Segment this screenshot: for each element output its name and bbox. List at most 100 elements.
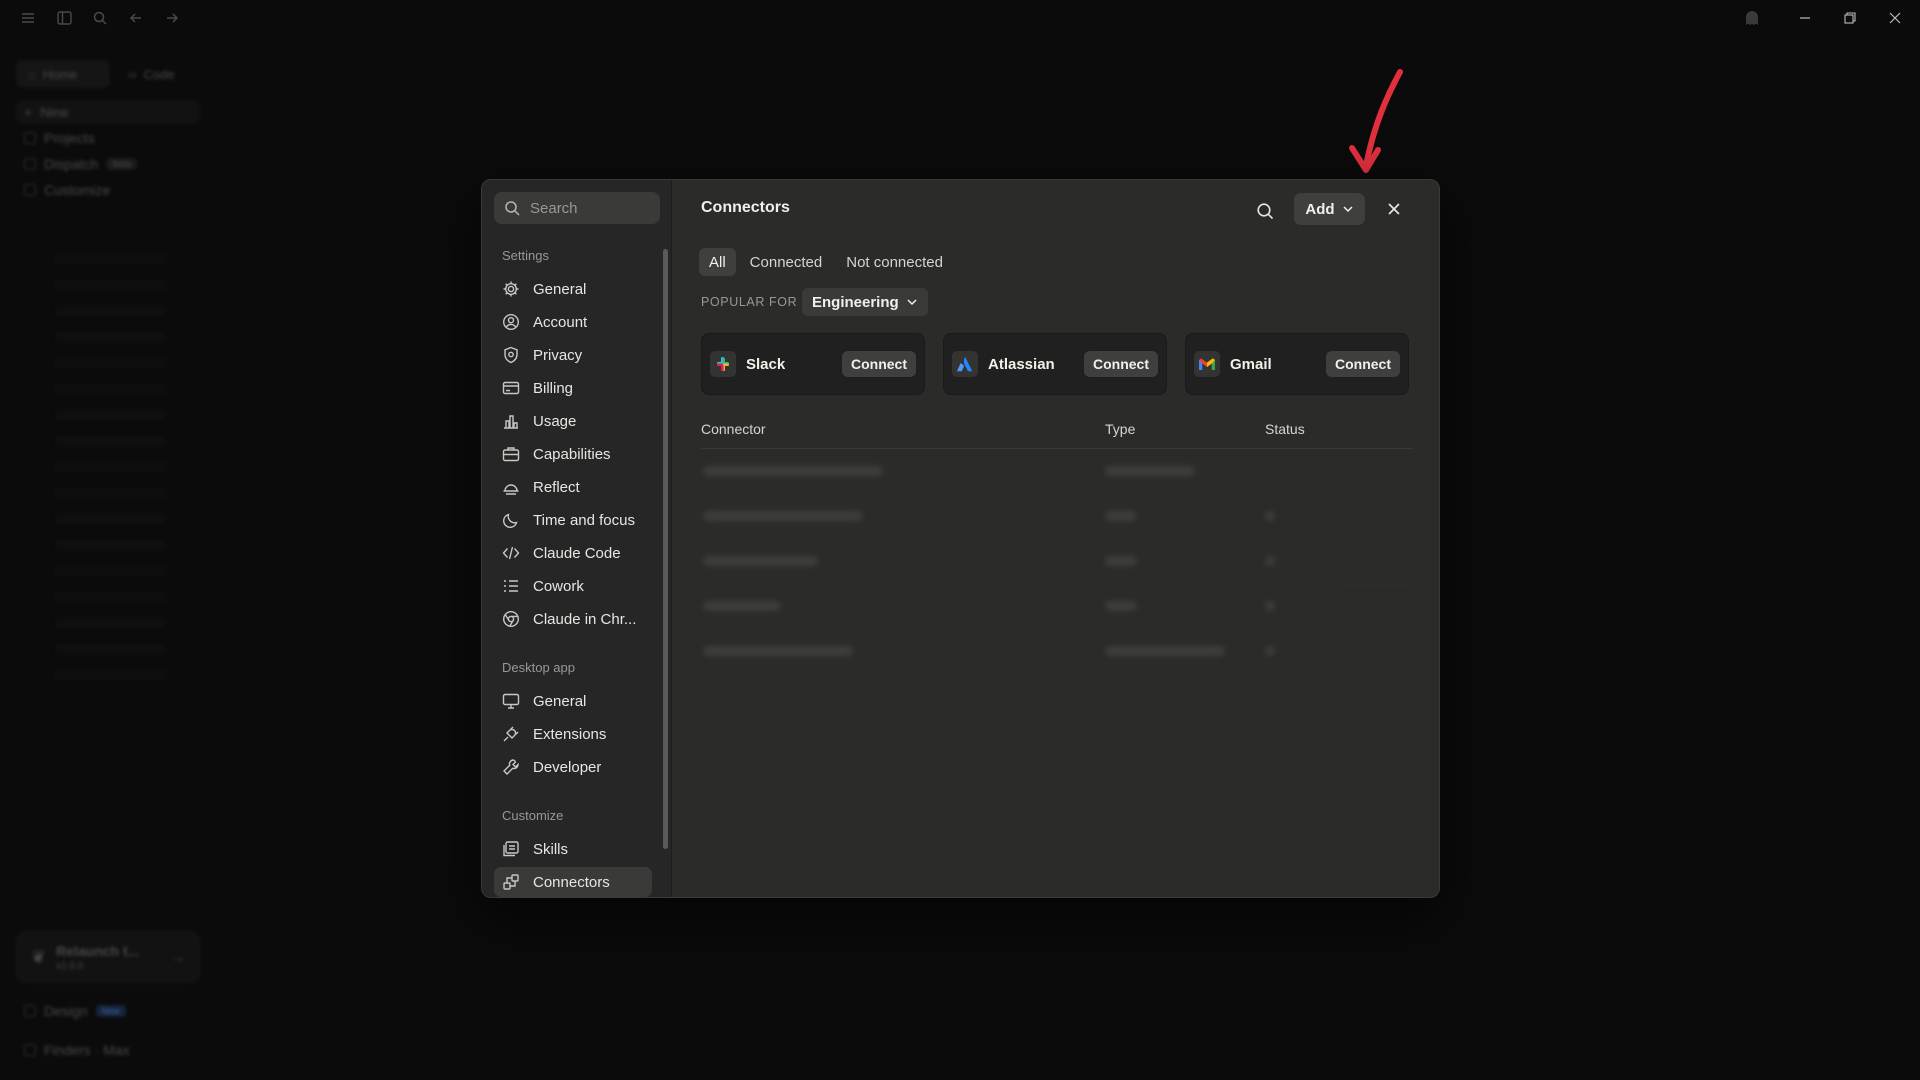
bg-item-new[interactable]: + New — [16, 100, 200, 124]
sidebar-item-label: General — [533, 280, 587, 298]
sidebar-item-label: Capabilities — [533, 445, 611, 463]
window-close-icon[interactable] — [1877, 6, 1913, 30]
sidebar-item-claude-in-chrome[interactable]: Claude in Chr... — [494, 604, 652, 634]
sidebar-scrollbar[interactable] — [663, 249, 668, 849]
connect-atlassian-button[interactable]: Connect — [1084, 351, 1158, 377]
dispatch-icon — [24, 158, 36, 170]
sidebar-item-developer[interactable]: Developer — [494, 752, 652, 782]
connector-name: Slack — [746, 355, 786, 373]
popular-for-value: Engineering — [812, 293, 899, 311]
sidebar-item-claude-code[interactable]: Claude Code — [494, 538, 652, 568]
user-circle-icon — [502, 313, 520, 331]
chevron-down-icon — [1343, 206, 1353, 213]
bg-item-label: New — [40, 104, 69, 120]
bg-item-user[interactable]: Finders · Max — [24, 1038, 130, 1062]
menu-icon[interactable] — [18, 8, 38, 28]
section-desktop-app: Desktop app — [502, 660, 575, 675]
table-row[interactable] — [701, 630, 1413, 675]
settings-modal: Search Settings General Account Privacy … — [481, 179, 1440, 898]
tab-not-connected[interactable]: Not connected — [836, 248, 953, 276]
sidebar-item-cowork[interactable]: Cowork — [494, 571, 652, 601]
code-brackets-icon — [502, 544, 520, 562]
restore-icon[interactable] — [1832, 6, 1868, 30]
bg-update-card[interactable]: ❦ Relaunch t... v1.0.0 → — [16, 931, 200, 983]
tab-connected[interactable]: Connected — [740, 248, 833, 276]
checklist-icon — [502, 577, 520, 595]
sidebar-item-skills[interactable]: Skills — [494, 834, 652, 864]
connector-card-slack: Slack Connect — [701, 333, 925, 395]
connectors-panel: Connectors Add All Connected Not connect… — [672, 180, 1439, 897]
add-button[interactable]: Add — [1294, 193, 1365, 225]
search-icon[interactable] — [90, 8, 110, 28]
bg-code-tab[interactable]: ‹› Code — [116, 60, 202, 88]
popular-for-dropdown[interactable]: Engineering — [802, 288, 928, 316]
projects-icon — [24, 132, 36, 144]
close-modal-button[interactable] — [1382, 197, 1406, 221]
forward-icon[interactable] — [162, 8, 182, 28]
filter-tabs: All Connected Not connected — [699, 248, 953, 276]
red-arrow-annotation — [1349, 69, 1403, 173]
bg-item-design[interactable]: Design New — [24, 999, 126, 1023]
sidebar-item-extensions[interactable]: Extensions — [494, 719, 652, 749]
settings-search-input[interactable]: Search — [494, 192, 660, 224]
table-row[interactable] — [701, 540, 1413, 585]
plus-icon: + — [24, 104, 33, 120]
close-icon — [1388, 203, 1400, 215]
sidebar-item-account[interactable]: Account — [494, 307, 652, 337]
bg-item-projects[interactable]: Projects — [24, 126, 95, 150]
sidebar-item-connectors[interactable]: Connectors — [494, 867, 652, 897]
section-customize: Customize — [502, 808, 564, 823]
title-bar — [0, 0, 1920, 36]
minimize-icon[interactable] — [1787, 6, 1823, 30]
tab-all[interactable]: All — [699, 248, 736, 276]
bg-item-label: Customize — [44, 182, 111, 198]
bg-home-tab[interactable]: ⌂ Home — [16, 60, 110, 88]
sidebar-item-time-and-focus[interactable]: Time and focus — [494, 505, 652, 535]
bg-item-customize[interactable]: Customize — [24, 178, 110, 202]
sidebar-item-general[interactable]: General — [494, 274, 652, 304]
table-row[interactable] — [701, 585, 1413, 630]
sidebar-item-privacy[interactable]: Privacy — [494, 340, 652, 370]
sidebar-item-capabilities[interactable]: Capabilities — [494, 439, 652, 469]
sidebar-item-billing[interactable]: Billing — [494, 373, 652, 403]
atlassian-icon — [952, 351, 978, 377]
bg-item-dispatch[interactable]: Dispatch Beta — [24, 152, 137, 176]
page-title: Connectors — [701, 199, 790, 216]
sidebar-item-desktop-general[interactable]: General — [494, 686, 652, 716]
sidebar-item-label: Skills — [533, 840, 569, 858]
sidebar-item-usage[interactable]: Usage — [494, 406, 652, 436]
connectors-search-button[interactable] — [1252, 198, 1278, 224]
sidebar-item-label: Privacy — [533, 346, 583, 364]
table-row[interactable] — [701, 450, 1413, 495]
popular-for-label: POPULAR FOR — [701, 295, 798, 309]
new-badge: New — [95, 1005, 126, 1017]
bg-item-label: Dispatch — [44, 156, 99, 172]
back-icon[interactable] — [126, 8, 146, 28]
design-icon — [24, 1005, 36, 1017]
settings-sidebar: Search Settings General Account Privacy … — [482, 180, 672, 897]
background-sidebar: ⌂ Home ‹› Code + New Projects Dispatch B… — [0, 44, 210, 1080]
sidebar-item-label: General — [533, 692, 587, 710]
search-icon — [505, 201, 520, 216]
sidebar-item-label: Account — [533, 313, 588, 331]
globe-icon — [502, 610, 520, 628]
connect-gmail-button[interactable]: Connect — [1326, 351, 1400, 377]
connectors-table-header: Connector Type Status — [701, 419, 1413, 449]
column-status: Status — [1265, 421, 1305, 437]
sidebar-item-label: Time and focus — [533, 511, 635, 529]
sidebar-item-label: Extensions — [533, 725, 607, 743]
sidebar-item-reflect[interactable]: Reflect — [494, 472, 652, 502]
ghost-icon[interactable] — [1742, 8, 1762, 28]
sidebar-item-label: Billing — [533, 379, 574, 397]
moon-icon — [502, 511, 520, 529]
chevron-down-icon — [907, 299, 917, 306]
section-settings: Settings — [502, 248, 549, 263]
connect-slack-button[interactable]: Connect — [842, 351, 916, 377]
bg-item-label: Projects — [44, 130, 95, 146]
table-row[interactable] — [701, 495, 1413, 540]
bg-item-label: Finders · Max — [44, 1042, 130, 1058]
search-placeholder: Search — [530, 199, 578, 217]
connector-card-gmail: Gmail Connect — [1185, 333, 1409, 395]
leaf-icon: ❦ — [31, 946, 47, 967]
sidebar-toggle-icon[interactable] — [54, 8, 74, 28]
